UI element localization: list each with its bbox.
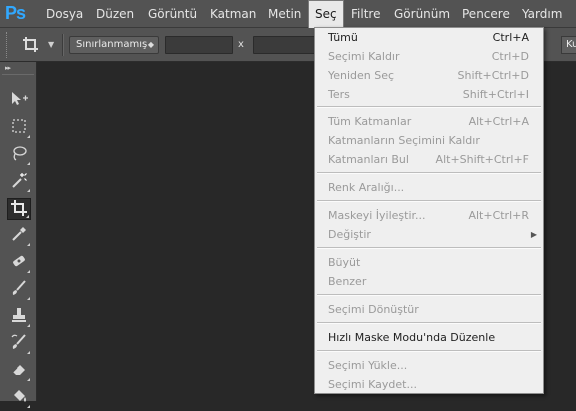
height-field[interactable] (253, 36, 315, 54)
photoshop-logo: Ps (5, 3, 26, 23)
menu-separator (317, 322, 541, 324)
select-menu-dropdown: Tümü Ctrl+A Seçimi Kaldır Ctrl+D Yeniden… (314, 27, 544, 394)
eyedropper-icon[interactable] (7, 225, 31, 247)
menu-item-find-layers[interactable]: Katmanları Bul Alt+Shift+Ctrl+F (315, 150, 543, 169)
menu-separator (317, 294, 541, 296)
menu-item-label: Renk Aralığı... (328, 181, 405, 194)
menu-type[interactable]: Metin (268, 0, 301, 28)
menu-item-label: Tüm Katmanlar (328, 115, 412, 128)
menu-item-shortcut: Alt+Ctrl+R (468, 209, 529, 222)
ratio-select[interactable]: Sınırlanmamış ◆ (69, 36, 159, 54)
menu-item-label: Seçimi Dönüştür (328, 303, 419, 316)
menu-item-label: Katmanları Bul (328, 153, 409, 166)
tool-group-indicator (27, 162, 30, 165)
menu-item-inverse[interactable]: Ters Shift+Ctrl+I (315, 85, 543, 104)
menu-item-deselect[interactable]: Seçimi Kaldır Ctrl+D (315, 47, 543, 66)
menu-item-quick-mask[interactable]: Hızlı Maske Modu'nda Düzenle (315, 328, 543, 347)
tool-group-indicator (27, 135, 30, 138)
menu-separator (317, 247, 541, 249)
menu-select[interactable]: Seç (308, 0, 344, 28)
options-bar-grip[interactable] (6, 32, 9, 58)
paint-bucket-icon[interactable] (7, 387, 31, 409)
menu-item-shortcut: Shift+Ctrl+D (457, 69, 529, 82)
menu-edit[interactable]: Düzen (96, 0, 134, 28)
menu-item-label: Seçimi Yükle... (328, 359, 408, 372)
menu-item-load-selection[interactable]: Seçimi Yükle... (315, 356, 543, 375)
tool-group-indicator (27, 405, 30, 408)
menu-item-label: Katmanların Seçimini Kaldır (328, 134, 480, 147)
menu-item-label: Yeniden Seç (328, 69, 395, 82)
tool-group-indicator (27, 270, 30, 273)
menu-item-shortcut: Ctrl+A (492, 31, 529, 44)
tool-preset-picker[interactable]: ▼ (20, 34, 58, 56)
clear-button[interactable]: Kural (561, 36, 576, 54)
submenu-arrow-icon: ▶ (530, 230, 537, 239)
menu-item-save-selection[interactable]: Seçimi Kaydet... (315, 375, 543, 394)
menu-item-label: Seçimi Kaldır (328, 50, 400, 63)
menu-item-all-layers[interactable]: Tüm Katmanlar Alt+Ctrl+A (315, 112, 543, 131)
crop-tool-icon[interactable] (7, 198, 31, 220)
tool-group-indicator (27, 243, 30, 246)
menu-item-refine-mask[interactable]: Maskeyi İyileştir... Alt+Ctrl+R (315, 206, 543, 225)
menu-item-all[interactable]: Tümü Ctrl+A (315, 28, 543, 47)
menu-item-label: Büyüt (328, 256, 361, 269)
divider (62, 34, 64, 56)
updown-arrows-icon: ◆ (147, 40, 154, 49)
menu-item-color-range[interactable]: Renk Aralığı... (315, 178, 543, 197)
tool-group-indicator (27, 351, 30, 354)
eraser-icon[interactable] (7, 360, 31, 382)
menu-item-label: Değiştir (328, 228, 371, 241)
menu-image[interactable]: Görüntü (148, 0, 197, 28)
menu-bar: Ps Dosya Düzen Görüntü Katman Metin Seç … (0, 0, 576, 28)
swap-dimension-label[interactable]: x (238, 36, 244, 54)
menu-item-similar[interactable]: Benzer (315, 272, 543, 291)
menu-filter[interactable]: Filtre (351, 0, 380, 28)
menu-item-label: Seçimi Kaydet... (328, 378, 417, 391)
menu-view[interactable]: Görünüm (394, 0, 450, 28)
menu-separator (317, 200, 541, 202)
menu-separator (317, 350, 541, 352)
menu-item-label: Benzer (328, 275, 367, 288)
chevron-down-icon: ▼ (48, 40, 55, 49)
menu-layer[interactable]: Katman (210, 0, 256, 28)
menu-item-modify[interactable]: Değiştir ▶ (315, 225, 543, 244)
tools-panel: ▸▸ (0, 62, 37, 408)
menu-item-label: Ters (328, 88, 350, 101)
divider (2, 74, 34, 75)
tool-group-indicator (27, 378, 30, 381)
move-icon[interactable] (7, 90, 31, 112)
menu-item-reselect[interactable]: Yeniden Seç Shift+Ctrl+D (315, 66, 543, 85)
menu-file[interactable]: Dosya (46, 0, 83, 28)
collapse-panel-icon[interactable]: ▸▸ (5, 64, 11, 72)
tool-group-indicator (27, 189, 30, 192)
menu-item-grow[interactable]: Büyüt (315, 253, 543, 272)
menu-item-deselect-layers[interactable]: Katmanların Seçimini Kaldır (315, 131, 543, 150)
menu-item-shortcut: Alt+Ctrl+A (468, 115, 529, 128)
menu-item-transform-selection[interactable]: Seçimi Dönüştür (315, 300, 543, 319)
marquee-icon[interactable] (7, 117, 31, 139)
tool-group-indicator (27, 324, 30, 327)
ratio-select-value: Sınırlanmamış (76, 39, 148, 50)
tool-group-indicator (26, 215, 29, 218)
magic-wand-icon[interactable] (7, 171, 31, 193)
menu-separator (317, 172, 541, 174)
tool-group-indicator (27, 297, 30, 300)
crop-icon (22, 34, 40, 60)
menu-item-label: Maskeyi İyileştir... (328, 209, 426, 222)
clone-stamp-icon[interactable] (7, 306, 31, 328)
width-field[interactable] (165, 36, 233, 54)
menu-separator (317, 106, 541, 108)
healing-brush-icon[interactable] (7, 252, 31, 274)
menu-item-shortcut: Ctrl+D (491, 50, 529, 63)
menu-item-shortcut: Alt+Shift+Ctrl+F (435, 153, 529, 166)
menu-item-label: Hızlı Maske Modu'nda Düzenle (328, 331, 496, 344)
history-brush-icon[interactable] (7, 333, 31, 355)
menu-window[interactable]: Pencere (462, 0, 510, 28)
menu-help[interactable]: Yardım (522, 0, 562, 28)
menu-item-shortcut: Shift+Ctrl+I (462, 88, 529, 101)
lasso-icon[interactable] (7, 144, 31, 166)
menu-item-label: Tümü (328, 31, 358, 44)
brush-icon[interactable] (7, 279, 31, 301)
